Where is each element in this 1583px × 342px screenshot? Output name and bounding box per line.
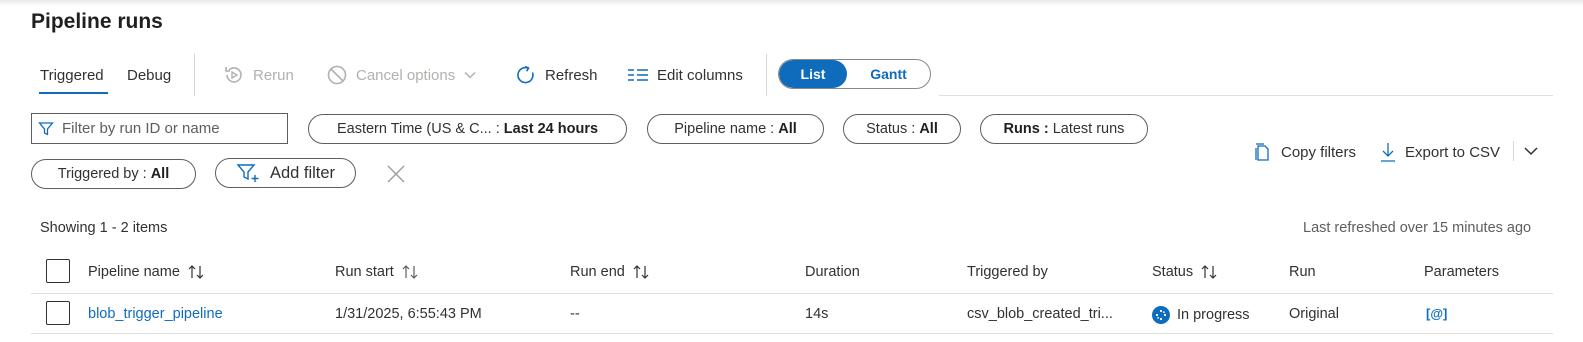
divider	[194, 54, 195, 96]
tab-triggered[interactable]: Triggered	[40, 67, 104, 84]
status-filter[interactable]: Status : All	[843, 114, 961, 144]
run-start-cell: 1/31/2025, 6:55:43 PM	[335, 306, 482, 322]
column-header-label: Run end	[570, 264, 625, 280]
time-range-filter-value: Last 24 hours	[503, 121, 599, 137]
column-header-run[interactable]: Run	[1289, 264, 1316, 280]
list-view-button[interactable]: List	[779, 60, 847, 88]
copy-filters-label: Copy filters	[1281, 143, 1357, 161]
pipeline-name-filter-label: Pipeline name :	[674, 121, 775, 137]
add-filter-label: Add filter	[269, 163, 336, 182]
column-header-label: Parameters	[1424, 264, 1499, 280]
edit-columns-button[interactable]: Edit columns	[627, 62, 743, 88]
clear-filters-button[interactable]	[385, 163, 407, 188]
triggered-by-filter-value: All	[150, 166, 170, 182]
runs-filter[interactable]: Runs : Latest runs	[980, 114, 1148, 144]
active-tab-indicator	[39, 92, 108, 94]
in-progress-icon	[1152, 306, 1170, 324]
chevron-down-icon	[1524, 147, 1538, 156]
cancel-icon	[327, 65, 347, 85]
status-filter-label: Status :	[866, 121, 916, 137]
column-header-pipeline-name[interactable]: Pipeline name	[88, 264, 204, 280]
status-filter-value: All	[919, 121, 938, 137]
column-header-label: Status	[1152, 264, 1194, 280]
column-header-status[interactable]: Status	[1152, 264, 1217, 280]
export-csv-button[interactable]: Export to CSV	[1380, 140, 1500, 164]
sort-icon	[1201, 265, 1217, 279]
filter-search-input[interactable]	[62, 120, 277, 137]
triggered-by-cell: csv_blob_created_tri...	[967, 306, 1113, 322]
triggered-by-filter-label: Triggered by :	[57, 166, 147, 182]
column-header-triggered-by[interactable]: Triggered by	[967, 264, 1048, 280]
time-range-filter[interactable]: Eastern Time (US & C... : Last 24 hours	[308, 114, 627, 144]
sort-icon	[188, 265, 204, 279]
copy-icon	[1255, 143, 1269, 161]
close-icon	[387, 165, 405, 183]
filter-icon	[38, 121, 54, 136]
runs-filter-label: Runs :	[1003, 121, 1049, 137]
column-header-label: Duration	[805, 264, 860, 280]
duration-cell: 14s	[805, 306, 829, 322]
triggered-by-filter[interactable]: Triggered by : All	[31, 159, 196, 189]
run-cell: Original	[1289, 306, 1339, 322]
column-header-parameters[interactable]: Parameters	[1424, 264, 1499, 280]
pipeline-name-filter-value: All	[778, 121, 797, 137]
run-end-cell: --	[570, 306, 580, 322]
time-range-filter-label: Eastern Time (US & C... :	[336, 121, 500, 137]
page-title: Pipeline runs	[31, 10, 163, 33]
refresh-label: Refresh	[545, 66, 598, 84]
sort-icon	[402, 265, 418, 279]
cancel-options-button[interactable]: Cancel options	[326, 62, 477, 88]
row-checkbox[interactable]	[46, 301, 70, 325]
top-shadow	[0, 0, 1583, 6]
refresh-icon	[517, 65, 534, 84]
chevron-down-icon	[464, 71, 476, 79]
table-row-divider	[31, 333, 1553, 334]
cancel-options-label: Cancel options	[356, 66, 456, 84]
items-count: Showing 1 - 2 items	[40, 220, 168, 236]
filter-search-box[interactable]	[31, 113, 288, 144]
column-header-label: Run start	[335, 264, 394, 280]
divider	[1513, 141, 1514, 161]
sort-icon	[633, 265, 649, 279]
tab-debug[interactable]: Debug	[127, 67, 171, 84]
parameters-link[interactable]: [@]	[1426, 306, 1447, 321]
column-header-duration[interactable]: Duration	[805, 264, 860, 280]
edit-columns-label: Edit columns	[657, 66, 743, 84]
add-filter-button[interactable]: Add filter	[215, 158, 356, 188]
column-header-label: Pipeline name	[88, 264, 180, 280]
select-all-checkbox[interactable]	[46, 259, 70, 283]
rerun-button[interactable]: Rerun	[223, 62, 294, 88]
gantt-view-button[interactable]: Gantt	[847, 60, 930, 88]
export-csv-label: Export to CSV	[1405, 143, 1501, 161]
refresh-button[interactable]: Refresh	[515, 62, 598, 88]
rerun-label: Rerun	[253, 66, 294, 84]
table-header-divider	[31, 293, 1553, 294]
divider	[766, 54, 767, 96]
runs-filter-value: Latest runs	[1052, 121, 1125, 137]
toolbar-divider	[939, 95, 1553, 96]
more-actions-button[interactable]	[1523, 144, 1539, 161]
download-icon	[1381, 143, 1395, 162]
pipeline-name-link[interactable]: blob_trigger_pipeline	[88, 306, 223, 322]
column-header-run-end[interactable]: Run end	[570, 264, 649, 280]
copy-filters-button[interactable]: Copy filters	[1252, 140, 1356, 164]
last-refreshed: Last refreshed over 15 minutes ago	[1303, 220, 1532, 236]
status-label: In progress	[1177, 307, 1250, 323]
column-header-run-start[interactable]: Run start	[335, 264, 418, 280]
edit-columns-icon	[628, 69, 648, 81]
add-filter-icon	[236, 164, 259, 182]
status-cell: In progress	[1152, 306, 1250, 324]
rerun-icon	[225, 67, 242, 83]
view-toggle: List Gantt	[778, 59, 931, 89]
pipeline-name-filter[interactable]: Pipeline name : All	[647, 114, 824, 144]
column-header-label: Triggered by	[967, 264, 1048, 280]
column-header-label: Run	[1289, 264, 1316, 280]
